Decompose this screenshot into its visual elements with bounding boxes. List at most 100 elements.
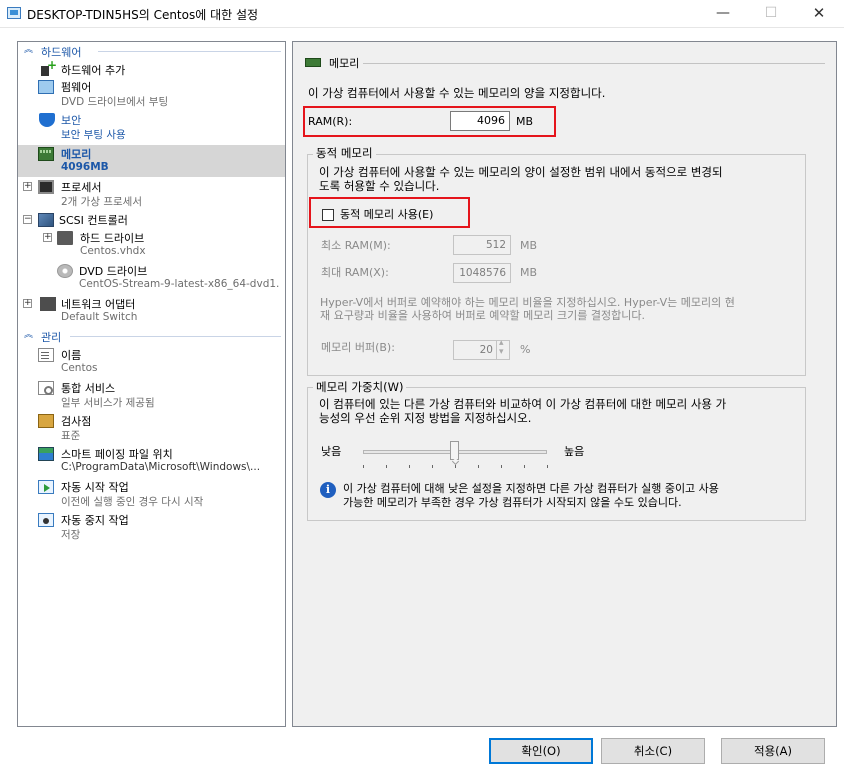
memory-icon bbox=[305, 58, 321, 67]
window-title: DESKTOP-TDIN5HS의 Centos에 대한 설정 bbox=[27, 8, 259, 22]
memory-weight-info-line2: 가능한 메모리가 부족한 경우 가상 컴퓨터가 시작되지 않을 수도 있습니다. bbox=[343, 496, 682, 509]
section-title: 메모리 bbox=[329, 57, 360, 70]
expand-icon[interactable]: + bbox=[23, 182, 32, 191]
ok-button[interactable]: 확인(O) bbox=[489, 738, 593, 764]
sidebar-item-label: DVD 드라이브 bbox=[79, 265, 148, 278]
slider-low-label: 낮음 bbox=[321, 445, 342, 458]
sidebar-item-smart-paging[interactable]: 스마트 페이징 파일 위치 C:\ProgramData\Microsoft\W… bbox=[18, 445, 285, 477]
info-icon: i bbox=[320, 482, 336, 498]
sidebar-item-network-adapter[interactable]: + 네트워크 어댑터 Default Switch bbox=[18, 295, 285, 327]
expand-icon[interactable]: + bbox=[23, 299, 32, 308]
dynamic-memory-description-line1: 이 가상 컴퓨터에 사용할 수 있는 메모리의 양이 설정한 범위 내에서 동적… bbox=[319, 165, 723, 179]
sidebar-item-label: 프로세서 bbox=[61, 181, 102, 194]
sidebar-item-label: 보안 bbox=[61, 114, 82, 127]
sidebar-item-label: 펌웨어 bbox=[61, 81, 92, 94]
max-ram-label: 최대 RAM(X): bbox=[321, 266, 389, 279]
close-button[interactable]: ✕ bbox=[796, 0, 842, 28]
slider-thumb[interactable] bbox=[450, 441, 459, 460]
slider-tick bbox=[386, 465, 387, 468]
minimize-button[interactable]: — bbox=[700, 0, 746, 28]
sidebar-item-label: 자동 중지 작업 bbox=[61, 514, 129, 527]
firmware-icon bbox=[38, 80, 54, 94]
sidebar-item-label: 하드웨어 추가 bbox=[61, 64, 126, 77]
sidebar-item-name[interactable]: 이름 Centos bbox=[18, 346, 285, 378]
sidebar-item-label: 자동 시작 작업 bbox=[61, 481, 129, 494]
sidebar-item-integration-services[interactable]: 통합 서비스 일부 서비스가 제공됨 bbox=[18, 379, 285, 411]
memory-icon bbox=[38, 147, 54, 161]
title-bar: DESKTOP-TDIN5HS의 Centos에 대한 설정 — ☐ ✕ bbox=[0, 0, 844, 28]
sidebar-item-detail: 이전에 실행 중인 경우 다시 시작 bbox=[61, 496, 204, 508]
processor-icon bbox=[38, 180, 54, 194]
sidebar-item-dvd-drive[interactable]: DVD 드라이브 CentOS-Stream-9-latest-x86_64-d… bbox=[18, 262, 285, 294]
sidebar-item-checkpoint[interactable]: 검사점 표준 bbox=[18, 412, 285, 444]
memory-description: 이 가상 컴퓨터에서 사용할 수 있는 메모리의 양을 지정합니다. bbox=[308, 86, 606, 100]
sidebar-item-processor[interactable]: + 프로세서 2개 가상 프로세서 bbox=[18, 178, 285, 210]
divider bbox=[363, 63, 825, 64]
slider-tick bbox=[455, 465, 456, 468]
hyper-v-app-icon bbox=[7, 7, 21, 19]
sidebar-item-detail: 저장 bbox=[61, 529, 81, 541]
max-ram-unit: MB bbox=[520, 266, 538, 279]
slider-tick bbox=[409, 465, 410, 468]
ram-unit: MB bbox=[516, 115, 534, 128]
management-category[interactable]: ︽ 관리 bbox=[18, 328, 285, 344]
auto-start-icon bbox=[38, 480, 54, 494]
memory-weight-title: 메모리 가중치(W) bbox=[313, 380, 407, 395]
ram-label: RAM(R): bbox=[308, 115, 353, 128]
sidebar-item-label: 통합 서비스 bbox=[61, 382, 116, 395]
sidebar-item-detail: Centos bbox=[61, 362, 98, 374]
collapse-icon[interactable]: − bbox=[23, 215, 32, 224]
dynamic-memory-description-line2: 도록 허용할 수 있습니다. bbox=[319, 179, 440, 193]
min-ram-input: 512 bbox=[453, 235, 511, 255]
sidebar-item-detail: 일부 서비스가 제공됨 bbox=[61, 397, 155, 409]
dynamic-memory-checkbox[interactable] bbox=[322, 209, 334, 221]
sidebar-item-detail: CentOS-Stream-9-latest-x86_64-dvd1... bbox=[79, 278, 279, 290]
slider-tick bbox=[432, 465, 433, 468]
smart-paging-icon bbox=[38, 447, 54, 461]
dvd-drive-icon bbox=[57, 264, 73, 278]
name-icon bbox=[38, 348, 54, 362]
slider-tick bbox=[547, 465, 548, 468]
sidebar-item-firmware[interactable]: 펌웨어 DVD 드라이브에서 부팅 bbox=[18, 78, 285, 110]
integration-services-icon bbox=[38, 381, 54, 395]
slider-tick bbox=[524, 465, 525, 468]
ram-input[interactable]: 4096 bbox=[450, 111, 510, 131]
divider bbox=[98, 51, 281, 52]
add-hardware-icon bbox=[38, 58, 57, 77]
sidebar-item-detail: 4096MB bbox=[61, 161, 109, 173]
slider-high-label: 높음 bbox=[564, 445, 585, 458]
expand-icon[interactable]: + bbox=[43, 233, 52, 242]
sidebar-item-detail: Default Switch bbox=[61, 311, 138, 323]
scsi-controller-icon bbox=[38, 213, 54, 227]
settings-tree[interactable]: ︽ 하드웨어 하드웨어 추가 펌웨어 DVD 드라이브에서 부팅 보안 보안 부… bbox=[17, 41, 286, 727]
sidebar-item-security[interactable]: 보안 보안 부팅 사용 bbox=[18, 111, 285, 143]
slider-tick bbox=[478, 465, 479, 468]
management-header: 관리 bbox=[41, 331, 62, 344]
sidebar-item-label: 이름 bbox=[61, 349, 82, 362]
sidebar-item-memory[interactable]: 메모리 4096MB bbox=[18, 145, 285, 177]
sidebar-item-detail: 표준 bbox=[61, 430, 81, 442]
memory-buffer-label: 메모리 버퍼(B): bbox=[321, 341, 395, 354]
hardware-category[interactable]: ︽ 하드웨어 bbox=[18, 43, 285, 59]
memory-weight-description-line1: 이 컴퓨터에 있는 다른 가상 컴퓨터와 비교하여 이 가상 컴퓨터에 대한 메… bbox=[319, 397, 727, 411]
min-ram-label: 최소 RAM(M): bbox=[321, 239, 391, 252]
sidebar-item-detail: Centos.vhdx bbox=[80, 245, 146, 257]
buffer-description-line2: 재 요구량과 비율을 사용하여 버퍼로 예약할 메모리 크기를 결정합니다. bbox=[320, 309, 645, 322]
collapse-chevron-icon[interactable]: ︽ bbox=[24, 330, 35, 341]
dynamic-memory-checkbox-label[interactable]: 동적 메모리 사용(E) bbox=[340, 207, 433, 222]
sidebar-item-auto-stop[interactable]: 자동 중지 작업 저장 bbox=[18, 511, 285, 543]
sidebar-item-hard-drive[interactable]: + 하드 드라이브 Centos.vhdx bbox=[18, 229, 285, 261]
sidebar-item-label: 네트워크 어댑터 bbox=[61, 298, 136, 311]
slider-tick bbox=[363, 465, 364, 468]
collapse-chevron-icon[interactable]: ︽ bbox=[24, 45, 35, 56]
auto-stop-icon bbox=[38, 513, 54, 527]
cancel-button[interactable]: 취소(C) bbox=[601, 738, 705, 764]
sidebar-item-auto-start[interactable]: 자동 시작 작업 이전에 실행 중인 경우 다시 시작 bbox=[18, 478, 285, 510]
network-adapter-icon bbox=[40, 297, 56, 311]
apply-button[interactable]: 적용(A) bbox=[721, 738, 825, 764]
memory-settings-panel: 메모리 이 가상 컴퓨터에서 사용할 수 있는 메모리의 양을 지정합니다. R… bbox=[292, 41, 837, 727]
sidebar-item-label: 메모리 bbox=[61, 148, 92, 161]
memory-weight-description-line2: 능성의 우선 순위 지정 방법을 지정하십시오. bbox=[319, 411, 532, 425]
memory-buffer-unit: % bbox=[520, 343, 531, 356]
sidebar-item-detail: 보안 부팅 사용 bbox=[61, 129, 126, 141]
